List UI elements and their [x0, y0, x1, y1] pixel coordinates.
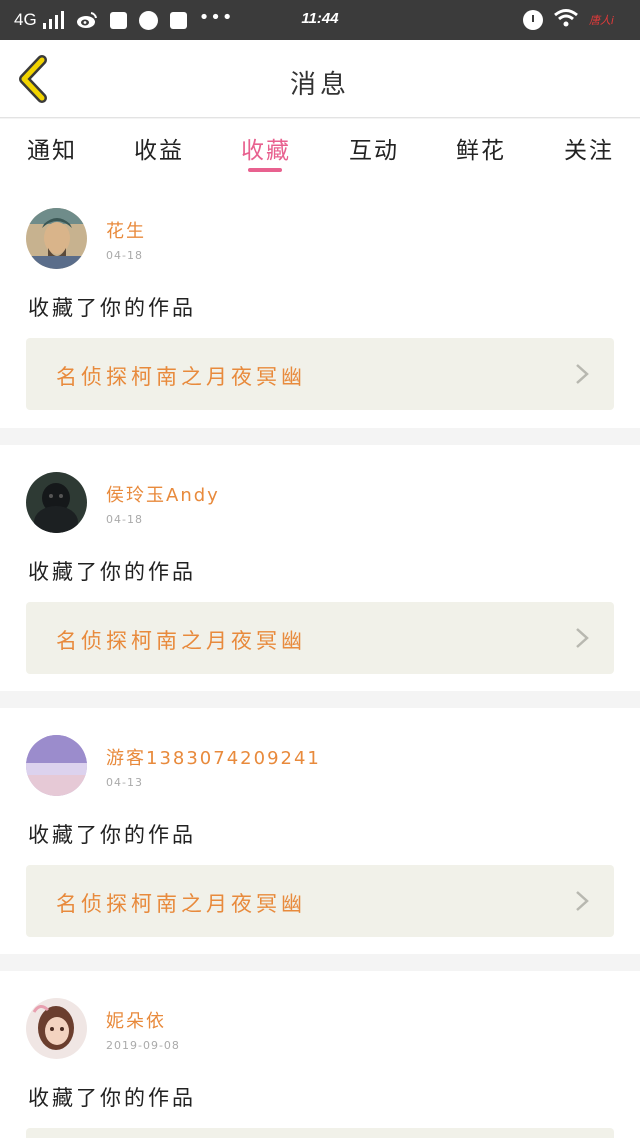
work-link[interactable]: 名侦探柯南之月夜冥幽 — [26, 338, 614, 410]
work-link[interactable]: 名侦探柯南之月夜冥幽 — [26, 602, 614, 674]
active-tab-indicator — [248, 168, 282, 172]
avatar[interactable] — [26, 998, 87, 1059]
wifi-icon — [553, 8, 579, 32]
list-item: 侯玲玉Andy 04-18 收藏了你的作品 名侦探柯南之月夜冥幽 — [0, 445, 640, 691]
tab-follows[interactable]: 关注 — [541, 131, 637, 165]
timestamp: 2019-09-08 — [106, 1039, 180, 1052]
chevron-right-icon — [576, 891, 589, 911]
list-item: 妮朵依 2019-09-08 收藏了你的作品 — [0, 971, 640, 1138]
notification-message: 收藏了你的作品 — [28, 560, 196, 584]
avatar[interactable] — [26, 208, 87, 269]
notification-message: 收藏了你的作品 — [28, 296, 196, 320]
username[interactable]: 花生 — [106, 217, 146, 243]
page-title: 消息 — [289, 70, 350, 100]
work-title: 名侦探柯南之月夜冥幽 — [56, 892, 306, 916]
avatar[interactable] — [26, 735, 87, 796]
chevron-left-icon — [19, 55, 47, 103]
timestamp: 04-18 — [106, 249, 143, 262]
tab-flowers[interactable]: 鲜花 — [433, 131, 529, 165]
back-button[interactable] — [12, 54, 56, 104]
work-link[interactable]: 名侦探柯南之月夜冥幽 — [26, 865, 614, 937]
tab-bar: 通知 收益 收藏 互动 鲜花 关注 — [0, 119, 640, 179]
tab-favorites[interactable]: 收藏 — [218, 131, 314, 165]
timestamp: 04-18 — [106, 513, 143, 526]
work-link[interactable] — [26, 1128, 614, 1138]
tab-interactions[interactable]: 互动 — [326, 131, 422, 165]
work-title: 名侦探柯南之月夜冥幽 — [56, 629, 306, 653]
username[interactable]: 游客1383074209241 — [106, 744, 321, 770]
list-item: 花生 04-18 收藏了你的作品 名侦探柯南之月夜冥幽 — [0, 179, 640, 428]
avatar[interactable] — [26, 472, 87, 533]
notification-message: 收藏了你的作品 — [28, 1086, 196, 1110]
list-item: 游客1383074209241 04-13 收藏了你的作品 名侦探柯南之月夜冥幽 — [0, 708, 640, 954]
timestamp: 04-13 — [106, 776, 143, 789]
work-title: 名侦探柯南之月夜冥幽 — [56, 365, 306, 389]
carrier-logo: 唐人i — [588, 14, 614, 27]
alarm-icon — [522, 10, 543, 30]
chevron-right-icon — [576, 364, 589, 384]
notification-message: 收藏了你的作品 — [28, 823, 196, 847]
username[interactable]: 妮朵依 — [106, 1007, 166, 1033]
header-bar: 消息 — [0, 40, 640, 118]
status-bar: 4G ••• 11:44 唐人i — [0, 0, 640, 40]
status-bar-right: 唐人i — [522, 8, 614, 32]
username[interactable]: 侯玲玉Andy — [106, 481, 220, 507]
tab-earnings[interactable]: 收益 — [111, 131, 207, 165]
chevron-right-icon — [576, 628, 589, 648]
tab-notifications[interactable]: 通知 — [4, 131, 100, 165]
